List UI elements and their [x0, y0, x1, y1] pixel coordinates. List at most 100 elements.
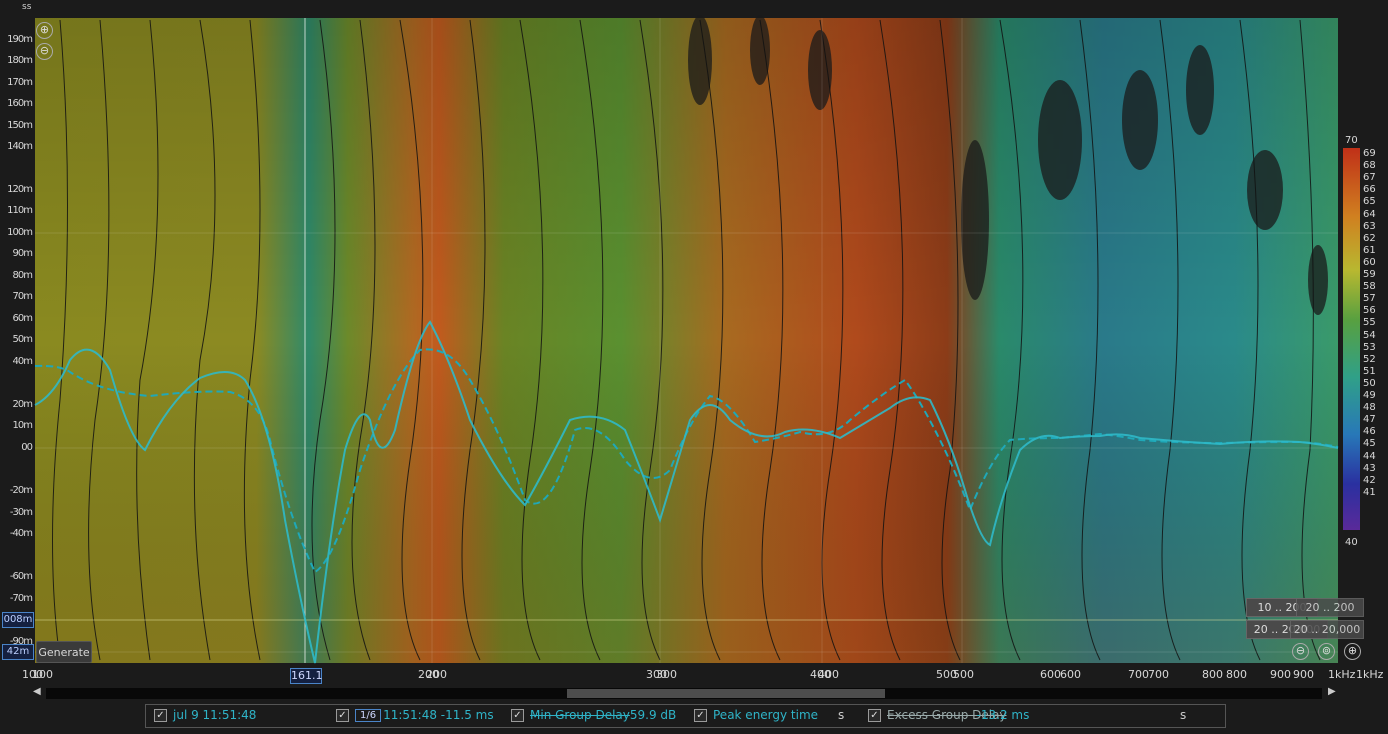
legend-item-unit-extra: s — [1180, 708, 1186, 722]
trace-legend: ✓ jul 9 11:51:48 ✓ 1/6 11:51:48 -11.5 ms… — [145, 704, 1226, 728]
legend-item-min-group-delay[interactable]: ✓ Min Group Delay 59.9 dB — [511, 708, 676, 722]
cursor-y-readout[interactable]: 008m — [2, 612, 34, 628]
colorbar-tick: 44 — [1363, 450, 1376, 462]
y-tick: 120m — [7, 184, 33, 195]
x-tick: 900 — [1293, 668, 1314, 681]
x-tick: 700 — [1128, 668, 1149, 681]
colorbar-tick: 43 — [1363, 462, 1376, 474]
generate-button[interactable]: Generate — [36, 641, 92, 663]
y-tick: 160m — [7, 98, 33, 109]
x-tick: 600 — [1040, 668, 1061, 681]
legend-item-value: 59.9 dB — [629, 708, 677, 722]
legend-item-measurement[interactable]: ✓ jul 9 11:51:48 — [154, 708, 256, 722]
checkbox[interactable]: ✓ — [694, 708, 707, 722]
zoom-in-icon[interactable]: ⊕ — [36, 22, 53, 39]
colorbar-tick: 66 — [1363, 184, 1376, 196]
colorbar-tick: 41 — [1363, 486, 1376, 498]
y-tick: 10m — [12, 420, 33, 431]
y-tick: 190m — [7, 34, 33, 45]
colorbar-tick: 49 — [1363, 390, 1376, 401]
checkbox[interactable]: ✓ — [868, 708, 881, 722]
x-tick: 700 — [1148, 668, 1169, 681]
legend-item-peak-energy[interactable]: ✓ Peak energy time s — [694, 708, 844, 722]
y-tick: 170m — [7, 77, 33, 88]
legend-item-smoothing[interactable]: ✓ 1/6 11:51:48 -11.5 ms — [336, 708, 494, 722]
y-tick: -70m — [9, 593, 33, 604]
y-tick: -30m — [9, 507, 33, 518]
colorbar-max-label: 70 — [1345, 135, 1358, 146]
spectrogram-canvas[interactable] — [0, 0, 1388, 734]
colorbar-tick: 48 — [1363, 402, 1376, 414]
zoom-in-icon[interactable]: ⊕ — [1344, 643, 1361, 660]
legend-item-value: -13.2 ms — [976, 708, 1030, 722]
y-tick: -60m — [9, 571, 33, 582]
checkbox[interactable]: ✓ — [511, 708, 524, 722]
smoothing-badge[interactable]: 1/6 — [355, 708, 382, 722]
colorbar-tick: 42 — [1363, 474, 1376, 486]
y-tick: 110m — [7, 205, 33, 216]
legend-item-label: 11:51:48 -11.5 ms — [383, 708, 494, 722]
zoom-out-icon[interactable]: ⊖ — [1292, 643, 1309, 660]
colorbar-tick: 63 — [1363, 220, 1376, 232]
x-tick: 1kHz — [1356, 668, 1384, 681]
horizontal-scrollbar[interactable] — [46, 688, 1322, 699]
y-tick: 140m — [7, 141, 33, 152]
legend-item-label: Min Group Delay — [530, 708, 630, 722]
range-preset-button[interactable]: 20 .. 200 — [1296, 598, 1364, 617]
cursor-x-readout[interactable]: 161.1 — [290, 668, 323, 684]
x-tick: 600 — [1060, 668, 1081, 681]
legend-item-unit: s — [1180, 708, 1187, 722]
colorbar-tick: 68 — [1363, 160, 1376, 172]
group-delay-spectrogram-view: ss 190m 180m 170m 160m 150m 140m 120m 11… — [0, 0, 1388, 734]
y-tick: 00 — [21, 442, 33, 453]
colorbar-tick: 54 — [1363, 329, 1376, 341]
colorbar-tick: 52 — [1363, 353, 1376, 365]
x-tick: 300 — [656, 668, 677, 681]
colorbar-tick: 46 — [1363, 426, 1376, 438]
cursor-y-readout-secondary[interactable]: 42m — [2, 644, 34, 660]
colorbar-tick: 57 — [1363, 293, 1376, 305]
y-tick: 40m — [12, 356, 33, 367]
checkbox[interactable]: ✓ — [336, 708, 349, 722]
range-preset-button[interactable]: 20 .. 20,000 — [1290, 620, 1364, 639]
colorbar-tick: 47 — [1363, 414, 1376, 426]
colorbar-tick: 59 — [1363, 269, 1376, 280]
y-tick: 90m — [12, 248, 33, 259]
scrollbar-thumb[interactable] — [567, 689, 885, 698]
colorbar-tick: 55 — [1363, 317, 1376, 329]
x-tick: 100 — [32, 668, 53, 681]
x-tick: 200 — [426, 668, 447, 681]
legend-item-label: Peak energy time — [713, 708, 819, 722]
x-tick: 900 — [1270, 668, 1291, 681]
zoom-reset-icon[interactable]: ⊚ — [1318, 643, 1335, 660]
colorbar-tick: 45 — [1363, 438, 1376, 450]
legend-item-excess-group-delay[interactable]: ✓ Excess Group Delay -13.2 ms — [868, 708, 1029, 722]
colorbar-tick: 67 — [1363, 172, 1376, 184]
x-tick: 1kHz — [1328, 668, 1356, 681]
legend-item-unit: s — [838, 708, 845, 722]
x-tick: 800 — [1202, 668, 1223, 681]
zoom-out-icon[interactable]: ⊖ — [36, 43, 53, 60]
colorbar-tick: 51 — [1363, 365, 1376, 377]
checkbox[interactable]: ✓ — [154, 708, 167, 722]
colorbar-tick: 62 — [1363, 232, 1376, 244]
colorbar-tick: 50 — [1363, 377, 1376, 389]
y-tick: -20m — [9, 485, 33, 496]
x-tick: 800 — [1226, 668, 1247, 681]
y-tick: 80m — [12, 270, 33, 281]
colorbar-tick: 65 — [1363, 196, 1376, 208]
colorbar-tick: 69 — [1363, 148, 1376, 159]
top-corner-label: ss — [22, 2, 32, 12]
colorbar-tick: 64 — [1363, 208, 1376, 220]
x-tick: 400 — [818, 668, 839, 681]
scroll-left-icon[interactable]: ◀ — [33, 686, 41, 697]
y-tick: 180m — [7, 55, 33, 66]
y-tick: -40m — [9, 528, 33, 539]
y-tick: 150m — [7, 120, 33, 131]
colorbar-min-label: 40 — [1345, 537, 1358, 548]
colorbar-tick: 53 — [1363, 341, 1376, 353]
y-tick: 100m — [7, 227, 33, 238]
y-tick: 20m — [12, 399, 33, 410]
legend-item-label: jul 9 11:51:48 — [173, 708, 257, 722]
scroll-right-icon[interactable]: ▶ — [1328, 686, 1336, 697]
